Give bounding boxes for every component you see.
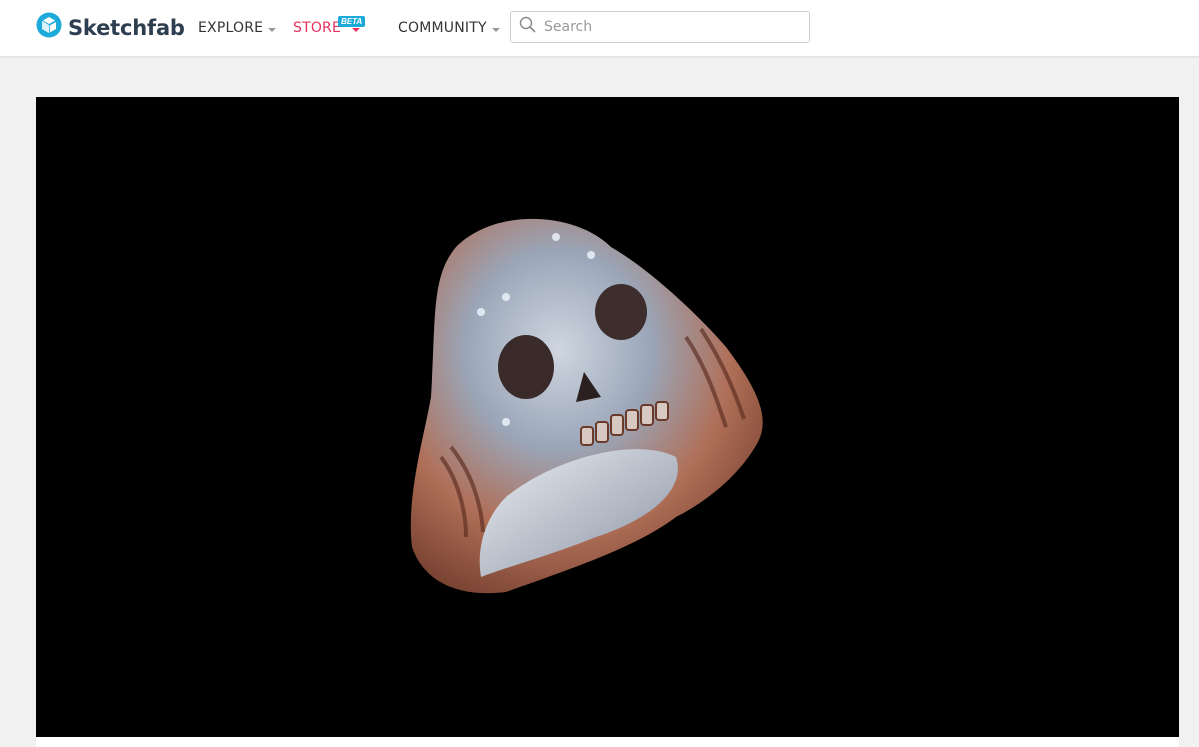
search-input[interactable] — [542, 18, 796, 36]
skull-ring-model — [410, 218, 763, 594]
search-icon — [511, 16, 536, 38]
nav-store-label: STORE — [293, 20, 342, 36]
chevron-down-icon — [352, 27, 361, 32]
nav-community-label: COMMUNITY — [398, 20, 487, 36]
search-box[interactable] — [510, 11, 810, 43]
top-navigation-bar: Sketchfab EXPLORE STORE BETA COMMUNITY — [0, 0, 1199, 57]
sketchfab-logo-icon — [36, 12, 62, 43]
beta-badge: BETA — [338, 16, 366, 27]
nav-community[interactable]: COMMUNITY — [398, 0, 500, 56]
chevron-down-icon — [491, 27, 500, 32]
content-below-viewer — [36, 737, 1179, 747]
logo-text: Sketchfab — [68, 15, 185, 40]
3d-model-viewer[interactable] — [36, 97, 1179, 737]
nav-explore[interactable]: EXPLORE — [198, 0, 277, 56]
nav-explore-label: EXPLORE — [198, 20, 264, 36]
chevron-down-icon — [268, 27, 277, 32]
nav-store[interactable]: STORE BETA — [293, 0, 366, 56]
sketchfab-logo[interactable]: Sketchfab — [36, 12, 185, 43]
